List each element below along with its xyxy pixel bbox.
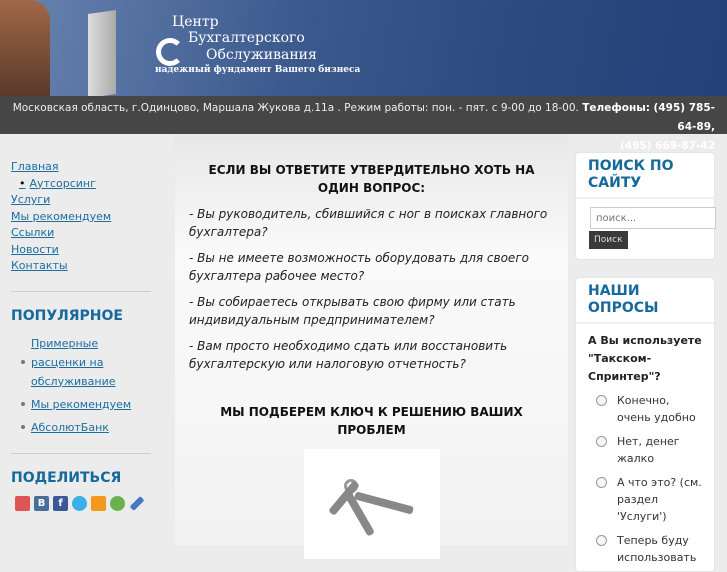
- search-button[interactable]: Поиск: [589, 231, 628, 249]
- share-icons: В f: [11, 495, 175, 511]
- nav-outsourcing[interactable]: Аутсорсинг: [11, 176, 175, 193]
- contact-bar: Московская область, г.Одинцово, Маршала …: [0, 96, 727, 152]
- logo-line2: Бухгалтерского: [188, 30, 305, 46]
- popular-item: АбсолютБанк: [21, 418, 151, 437]
- left-sidebar: Главная Аутсорсинг Услуги Мы рекомендуем…: [0, 135, 175, 545]
- site-header: Центр Бухгалтерского Обслуживания надежн…: [0, 0, 727, 96]
- popular-item: Примерные расценки на обслуживание: [21, 334, 151, 391]
- main-content: ЕСЛИ ВЫ ОТВЕТИТЕ УТВЕРДИТЕЛЬНО ХОТЬ НА О…: [175, 135, 568, 559]
- popular-link[interactable]: АбсолютБанк: [31, 418, 109, 437]
- poll-question: А Вы используете "Такском-Спринтер"?: [588, 334, 702, 383]
- nav-links[interactable]: Ссылки: [11, 225, 175, 242]
- tagline: надежный фундамент Вашего бизнеса: [155, 65, 361, 75]
- main-heading-2: МЫ ПОДБЕРЕМ КЛЮЧ К РЕШЕНИЮ ВАШИХ ПРОБЛЕМ: [220, 405, 523, 437]
- odnoklassniki-icon[interactable]: [91, 495, 106, 511]
- poll-option-label: А что это? (см. раздел 'Услуги'): [617, 476, 702, 523]
- main-point: - Вы не имеете возможность оборудовать д…: [189, 251, 529, 283]
- divider: [11, 290, 151, 292]
- nav-recommend[interactable]: Мы рекомендуем: [11, 209, 175, 226]
- main-point: - Вы руководитель, сбившийся с ног в пои…: [189, 207, 548, 239]
- vkontakte-icon[interactable]: В: [34, 495, 49, 511]
- share-title: ПОДЕЛИТЬСЯ: [11, 469, 122, 486]
- search-title: ПОИСК ПО САЙТУ: [576, 153, 714, 199]
- poll-option-label: Нет, денег жалко: [617, 435, 680, 465]
- header-monitor-image: [88, 10, 116, 96]
- header-photo: [0, 0, 50, 96]
- poll-option-label: Теперь буду использовать: [617, 534, 697, 564]
- logo-icon: [156, 38, 184, 66]
- phones: Телефоны: (495) 785-64-89,: [582, 102, 715, 133]
- search-module: ПОИСК ПО САЙТУ Поиск: [575, 152, 716, 260]
- poll-option[interactable]: Нет, денег жалко: [576, 431, 714, 472]
- popular-item: Мы рекомендуем: [21, 395, 151, 414]
- right-sidebar: ПОИСК ПО САЙТУ Поиск НАШИ ОПРОСЫ А Вы ис…: [575, 135, 716, 572]
- address: Московская область, г.Одинцово, Маршала …: [12, 102, 579, 114]
- main-heading: ЕСЛИ ВЫ ОТВЕТИТЕ УТВЕРДИТЕЛЬНО ХОТЬ НА О…: [208, 163, 535, 195]
- popular-link[interactable]: Мы рекомендуем: [31, 395, 131, 414]
- livejournal-icon[interactable]: [129, 495, 145, 511]
- keys-image: [303, 449, 440, 559]
- radio-button[interactable]: [596, 395, 607, 406]
- logo-line1: Центр: [172, 14, 219, 30]
- search-input[interactable]: [590, 207, 716, 229]
- poll-option[interactable]: Теперь буду использовать: [576, 530, 714, 571]
- popular-title: ПОПУЛЯРНОЕ: [11, 307, 123, 324]
- radio-button[interactable]: [596, 477, 607, 488]
- main-point: - Вам просто необходимо сдать или восста…: [189, 339, 508, 371]
- twitter-icon[interactable]: [72, 495, 87, 511]
- google-buzz-icon[interactable]: [15, 495, 30, 511]
- radio-button[interactable]: [596, 535, 607, 546]
- poll-option[interactable]: А что это? (см. раздел 'Услуги'): [576, 472, 714, 530]
- nav-news[interactable]: Новости: [11, 242, 175, 259]
- popular-link[interactable]: Примерные расценки на обслуживание: [31, 334, 151, 391]
- poll-option[interactable]: Конечно, очень удобно: [576, 390, 714, 431]
- divider: [11, 452, 151, 454]
- nav-services[interactable]: Услуги: [11, 192, 175, 209]
- facebook-icon[interactable]: f: [53, 495, 68, 511]
- poll-module: НАШИ ОПРОСЫ А Вы используете "Такском-Сп…: [575, 277, 715, 572]
- poll-option-label: Конечно, очень удобно: [617, 394, 696, 424]
- main-point: - Вы собираетесь открывать свою фирму ил…: [189, 295, 516, 327]
- main-menu: Главная Аутсорсинг Услуги Мы рекомендуем…: [11, 159, 175, 275]
- nav-home[interactable]: Главная: [11, 159, 175, 176]
- moimir-icon[interactable]: [110, 495, 125, 511]
- logo-line3: Обслуживания: [206, 47, 317, 63]
- radio-button[interactable]: [596, 436, 607, 447]
- nav-contacts[interactable]: Контакты: [11, 258, 175, 275]
- poll-title: НАШИ ОПРОСЫ: [576, 278, 714, 324]
